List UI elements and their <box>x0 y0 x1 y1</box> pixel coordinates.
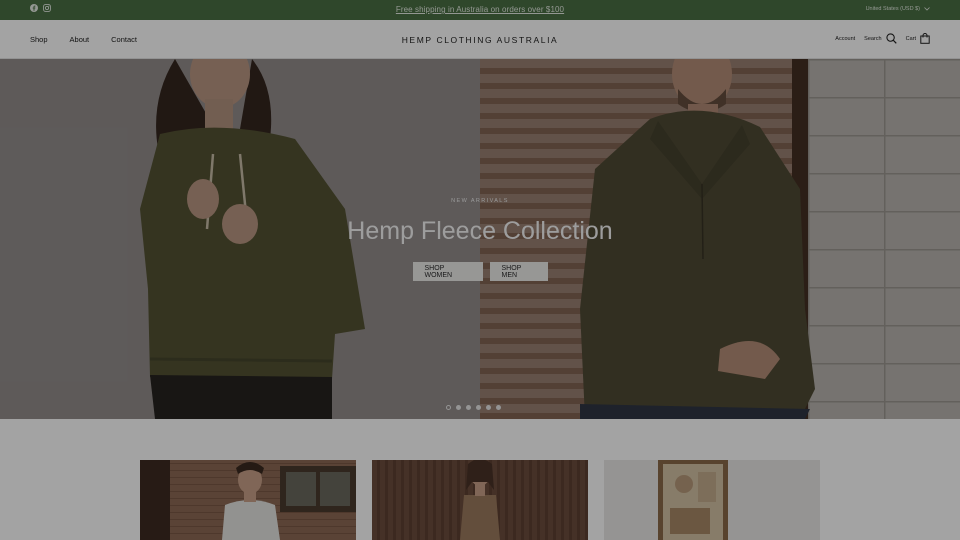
woman-photo <box>460 460 500 540</box>
search-button[interactable]: Search <box>864 33 897 44</box>
site-header: Shop About Contact HEMP CLOTHING AUSTRAL… <box>0 20 960 59</box>
slide-dot-3[interactable] <box>466 405 471 410</box>
slide-dot-2[interactable] <box>456 405 461 410</box>
collection-card-home[interactable] <box>604 460 820 540</box>
collection-card-women[interactable] <box>372 460 588 540</box>
shop-women-button[interactable]: SHOP WOMEN <box>412 262 483 281</box>
hero-slideshow[interactable]: NEW ARRIVALS Hemp Fleece Collection SHOP… <box>0 59 960 419</box>
announcement-bar: Free shipping in Australia on orders ove… <box>0 0 960 20</box>
hero-eyebrow: NEW ARRIVALS <box>451 198 509 204</box>
account-link[interactable]: Account <box>835 36 855 42</box>
cart-button[interactable]: Cart <box>906 33 930 44</box>
currency-label: United States (USD $) <box>865 6 920 12</box>
slide-dot-6[interactable] <box>496 405 501 410</box>
hero-title: Hemp Fleece Collection <box>347 217 613 245</box>
header-utilities: Account Search Cart <box>835 33 930 44</box>
free-shipping-link[interactable]: Free shipping in Australia on orders ove… <box>0 5 960 14</box>
brand-logo[interactable]: HEMP CLOTHING AUSTRALIA <box>0 35 960 45</box>
shop-men-button[interactable]: SHOP MEN <box>489 262 548 281</box>
collection-grid <box>140 460 820 540</box>
currency-selector[interactable]: United States (USD $) <box>866 6 930 12</box>
slide-indicators <box>446 405 501 410</box>
search-icon <box>885 33 897 44</box>
artwork-photo <box>658 460 728 540</box>
chevron-down-icon <box>924 7 930 11</box>
search-label: Search <box>864 35 882 42</box>
hero-buttons: SHOP WOMEN SHOP MEN <box>0 262 960 281</box>
shopping-bag-icon <box>920 33 930 44</box>
cart-label: Cart <box>905 35 916 42</box>
slide-dot-4[interactable] <box>476 405 481 410</box>
slide-dot-1[interactable] <box>446 405 451 410</box>
slide-dot-5[interactable] <box>486 405 491 410</box>
collection-card-men[interactable] <box>140 460 356 540</box>
hero-content: NEW ARRIVALS Hemp Fleece Collection SHOP… <box>0 59 960 419</box>
man-photo <box>140 460 356 540</box>
